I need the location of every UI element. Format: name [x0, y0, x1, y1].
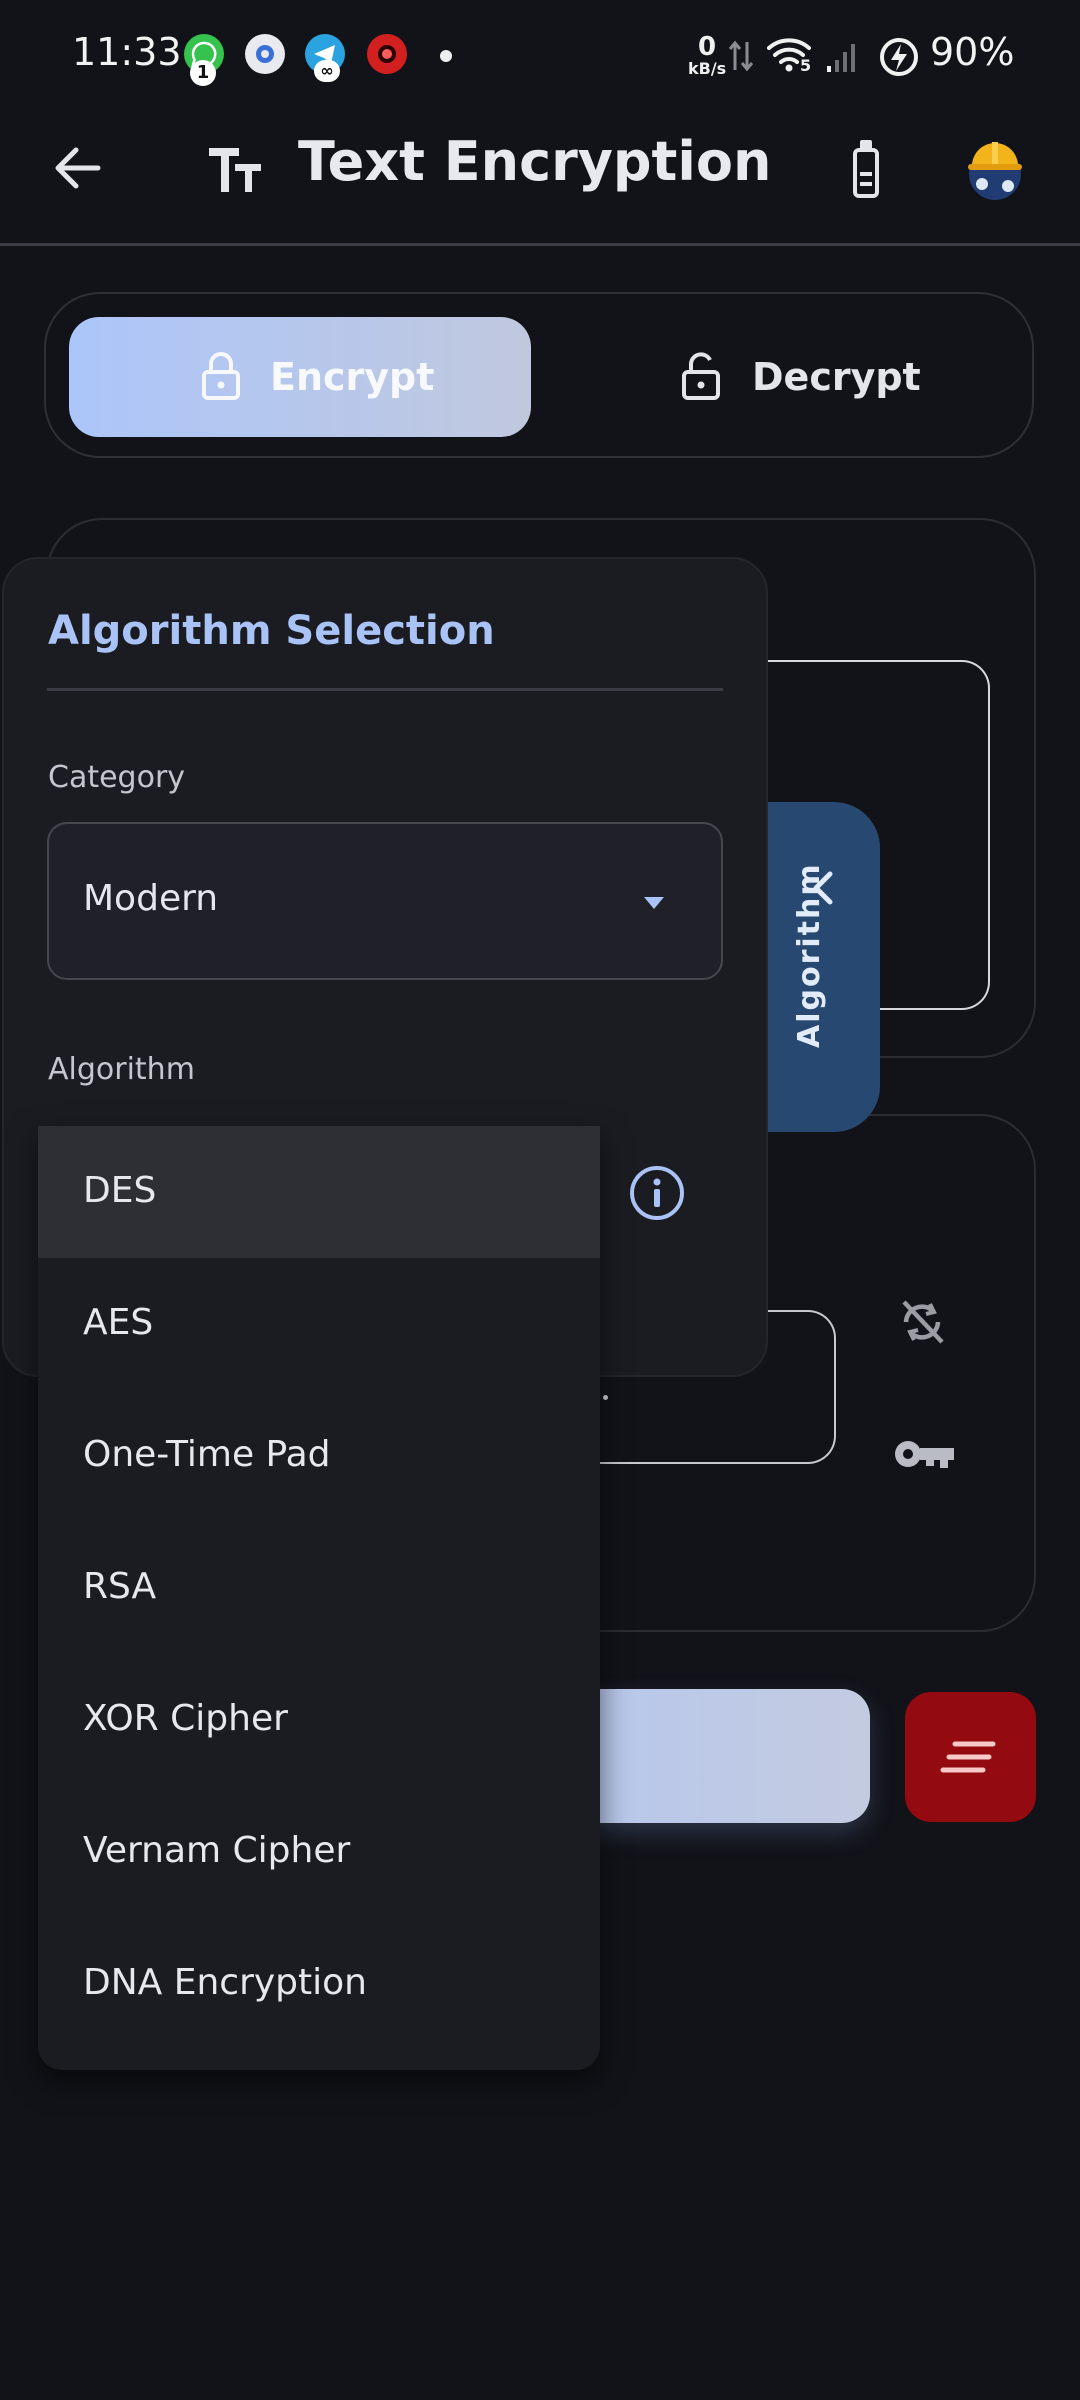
- unlock-icon: [680, 350, 722, 406]
- sync-disabled-icon[interactable]: [896, 1296, 948, 1352]
- key-field-dot: [603, 1395, 608, 1400]
- category-label: Category: [48, 760, 186, 795]
- menu-item-aes[interactable]: AES: [38, 1258, 600, 1390]
- menu-item-one-time-pad[interactable]: One-Time Pad: [38, 1390, 600, 1522]
- network-speed: 0 kB/s: [688, 32, 727, 78]
- text-format-icon: [205, 140, 265, 200]
- telegram-infinity-icon: ∞: [314, 60, 340, 82]
- wifi-level: 5: [800, 56, 812, 75]
- cell-signal-icon: [826, 38, 858, 78]
- menu-item-vernam-cipher[interactable]: Vernam Cipher: [38, 1786, 600, 1918]
- battery-percentage: 90%: [930, 30, 1015, 74]
- profile-avatar[interactable]: [962, 130, 1028, 210]
- dropdown-arrow-icon: [643, 895, 665, 914]
- settings-gear-icon: [245, 34, 285, 74]
- data-transfer-arrows-icon: [728, 36, 754, 80]
- more-notifications-dot-icon: [440, 50, 452, 62]
- whatsapp-badge: 1: [190, 60, 216, 86]
- algorithm-tab-label: Algorithm: [792, 862, 827, 1048]
- algorithm-label: Algorithm: [48, 1052, 195, 1087]
- menu-item-xor-cipher[interactable]: XOR Cipher: [38, 1654, 600, 1786]
- battery-charging-icon: [878, 36, 920, 82]
- panel-title: Algorithm Selection: [48, 608, 495, 654]
- info-icon[interactable]: [628, 1164, 686, 1226]
- status-time: 11:33: [72, 30, 182, 74]
- menu-item-des[interactable]: DES: [38, 1126, 600, 1258]
- panel-divider: [47, 688, 723, 691]
- menu-item-rsa[interactable]: RSA: [38, 1522, 600, 1654]
- back-arrow-icon[interactable]: [50, 140, 106, 200]
- encrypt-label: Encrypt: [270, 355, 435, 399]
- device-icon[interactable]: [850, 136, 882, 204]
- key-icon[interactable]: [892, 1432, 956, 1480]
- clear-button[interactable]: [905, 1692, 1036, 1822]
- decrypt-tab[interactable]: Decrypt: [752, 355, 921, 399]
- lock-icon: [200, 350, 242, 406]
- category-value: Modern: [83, 878, 219, 919]
- app-bar-divider: [0, 243, 1080, 246]
- app-red-icon: [367, 34, 407, 74]
- menu-item-dna-encryption[interactable]: DNA Encryption: [38, 1918, 600, 2050]
- encrypt-action-button[interactable]: [560, 1689, 870, 1823]
- page-title: Text Encryption: [298, 130, 772, 193]
